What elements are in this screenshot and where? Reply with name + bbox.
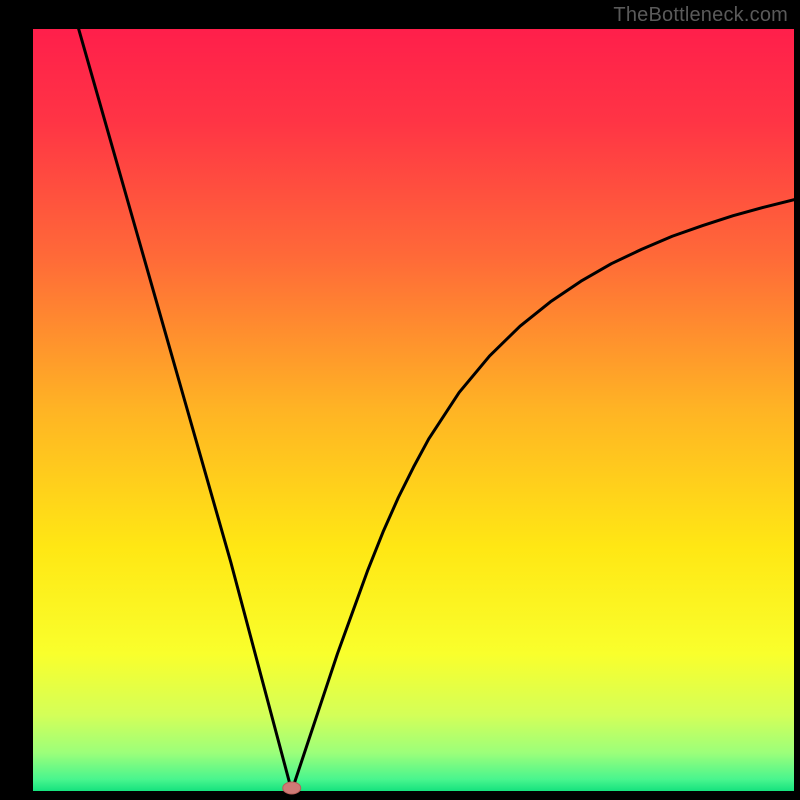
plot-background: [33, 29, 794, 791]
minimum-marker: [283, 782, 301, 794]
bottleneck-chart: [0, 0, 800, 800]
chart-stage: TheBottleneck.com: [0, 0, 800, 800]
watermark-label: TheBottleneck.com: [613, 4, 788, 27]
